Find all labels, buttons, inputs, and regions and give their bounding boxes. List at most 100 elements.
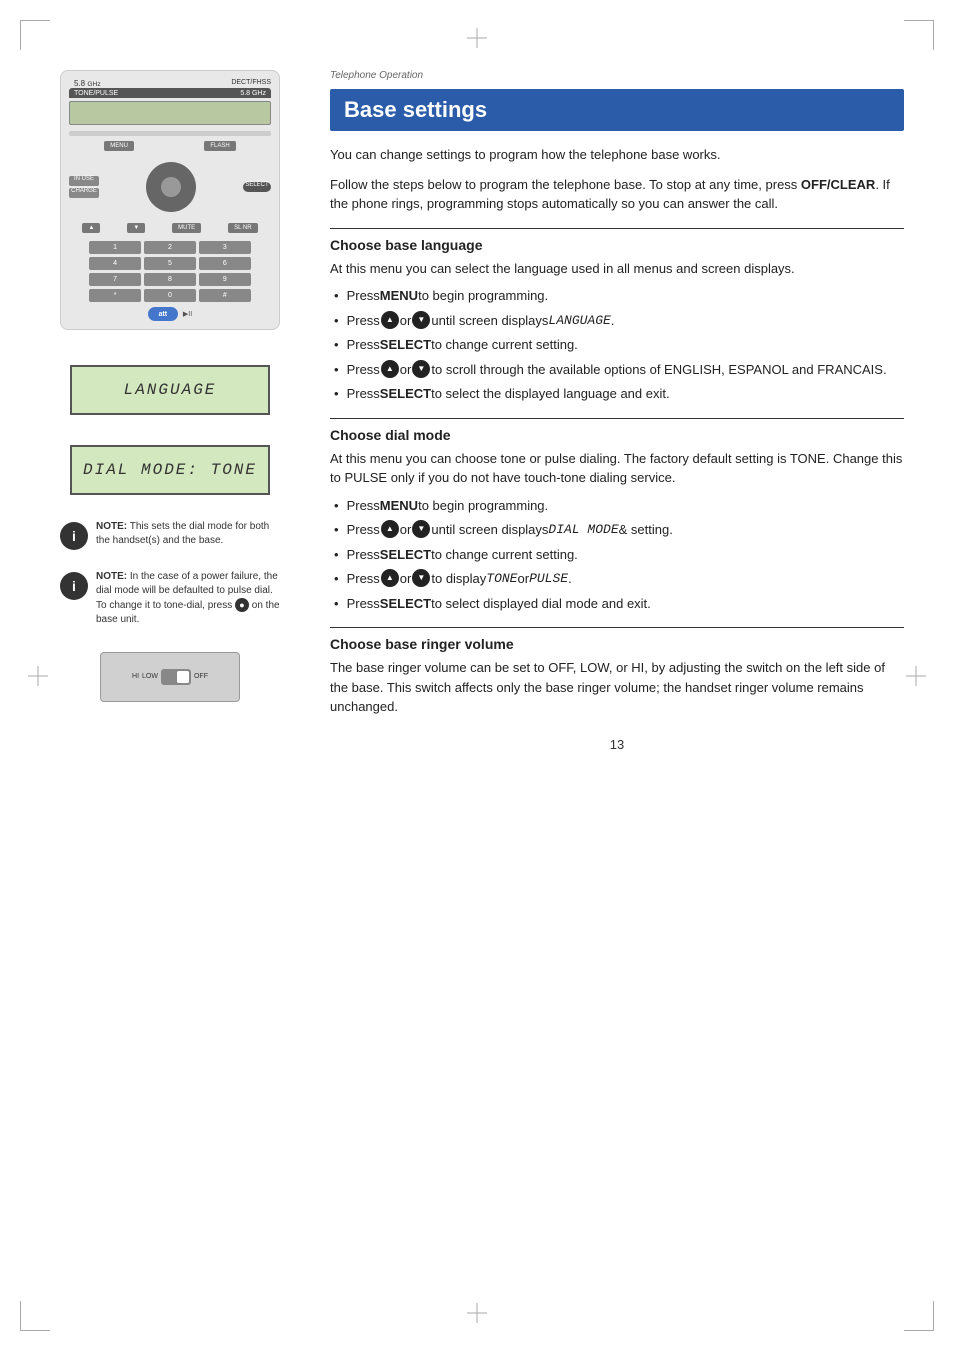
note-text-2: NOTE: In the case of a power failure, th… <box>96 570 280 627</box>
dial-mode-lcd: DIAL MODE: TONE <box>70 445 270 495</box>
note-icon-1: i <box>60 522 88 550</box>
ringer-toggle-knob <box>177 671 189 683</box>
intro-text-1: You can change settings to program how t… <box>330 145 904 165</box>
down-btn-icon <box>412 311 430 329</box>
dial-mode-mono: DIAL MODE <box>548 520 618 540</box>
down-btn-icon-2 <box>412 360 430 378</box>
intro-text-2: Follow the steps below to program the te… <box>330 175 904 214</box>
select-bold-3: SELECT <box>380 545 431 565</box>
tone-pulse-label: TONE/PULSE <box>74 90 118 97</box>
page-title: Base settings <box>330 89 904 131</box>
list-item: Press or until screen displays DIAL MODE… <box>330 520 904 540</box>
right-column: Telephone Operation Base settings You ca… <box>310 40 954 1311</box>
phone-keypad: 1 2 3 4 5 6 7 8 9 * 0 # <box>89 241 251 302</box>
menu-bold: MENU <box>380 286 418 306</box>
note1-bold: NOTE: <box>96 521 127 532</box>
indicator-row <box>69 131 271 136</box>
language-mono: LANGUAGE <box>548 311 610 331</box>
key-hash: # <box>199 289 251 302</box>
key-4: 4 <box>89 257 141 270</box>
phone-button-row-1: MENU FLASH <box>69 141 271 151</box>
phone-image: 5.8 GHz DECT/FHSS TONE/PULSE 5.8 GHz MEN… <box>60 70 280 330</box>
list-item: Press or to display TONE or PULSE. <box>330 569 904 589</box>
list-item: Press MENU to begin programming. <box>330 496 904 516</box>
key-8: 8 <box>144 273 196 286</box>
up-btn-icon-4 <box>381 569 399 587</box>
section-desc-dial-mode: At this menu you can choose tone or puls… <box>330 449 904 488</box>
vol-dn-btn: ▼ <box>127 223 145 233</box>
key-3: 3 <box>199 241 251 254</box>
key-0: 0 <box>144 289 196 302</box>
phone-top-bar: TONE/PULSE 5.8 GHz <box>69 88 271 98</box>
section-title-dial-mode: Choose dial mode <box>330 427 904 443</box>
ringer-label-low: LOW <box>142 673 158 680</box>
crosshair-left <box>28 666 48 686</box>
language-lcd: LANGUAGE <box>70 365 270 415</box>
bullet-list-dial-mode: Press MENU to begin programming. Press o… <box>330 496 904 614</box>
bullet-list-language: Press MENU to begin programming. Press o… <box>330 286 904 404</box>
section-title-language: Choose base language <box>330 237 904 253</box>
list-item: Press or to scroll through the available… <box>330 360 904 380</box>
crosshair-top <box>467 28 487 48</box>
redial-btn: SL NR <box>228 223 257 233</box>
note-2: i NOTE: In the case of a power failure, … <box>60 570 280 627</box>
ringer-label-off: OFF <box>194 673 208 680</box>
list-item: Press SELECT to change current setting. <box>330 335 904 355</box>
key-star: * <box>89 289 141 302</box>
divider-2 <box>330 418 904 419</box>
key-7: 7 <box>89 273 141 286</box>
select-bold-4: SELECT <box>380 594 431 614</box>
down-btn-icon-4 <box>412 569 430 587</box>
off-clear-bold: OFF/CLEAR <box>801 177 875 192</box>
crosshair-bottom <box>467 1303 487 1323</box>
vol-up-btn: ▲ <box>82 223 100 233</box>
up-btn-icon <box>381 311 399 329</box>
page-number: 13 <box>330 737 904 752</box>
mute-btn: MUTE <box>172 223 201 233</box>
ghz-label: 5.8 GHz DECT/FHSS <box>69 79 271 88</box>
list-item: Press or until screen displays LANGUAGE. <box>330 311 904 331</box>
phone-bottom-row: att ▶II <box>148 307 192 321</box>
note2-bold: NOTE: <box>96 571 127 582</box>
ringer-toggle <box>161 669 191 685</box>
up-btn-icon-3 <box>381 520 399 538</box>
corner-mark-br <box>904 1301 934 1331</box>
ringer-switch-image: HI LOW OFF <box>100 652 240 702</box>
select-bold-2: SELECT <box>380 384 431 404</box>
section-desc-language: At this menu you can select the language… <box>330 259 904 279</box>
corner-mark-tl <box>20 20 50 50</box>
menu-btn: MENU <box>104 141 134 151</box>
list-item: Press SELECT to change current setting. <box>330 545 904 565</box>
freq-label: 5.8 GHz <box>240 90 266 97</box>
corner-mark-bl <box>20 1301 50 1331</box>
phone-screen <box>69 101 271 125</box>
tone-mono: TONE <box>486 569 517 589</box>
list-item: Press SELECT to select the displayed lan… <box>330 384 904 404</box>
nav-inner <box>161 177 181 197</box>
list-item: Press MENU to begin programming. <box>330 286 904 306</box>
key-5: 5 <box>144 257 196 270</box>
pulse-mono: PULSE <box>529 569 568 589</box>
key-2: 2 <box>144 241 196 254</box>
note-1: i NOTE: This sets the dial mode for both… <box>60 520 280 550</box>
crosshair-right <box>906 666 926 686</box>
corner-mark-tr <box>904 20 934 50</box>
section-desc-ringer: The base ringer volume can be set to OFF… <box>330 658 904 717</box>
menu-bold-3: MENU <box>380 496 418 516</box>
list-item: Press SELECT to select displayed dial mo… <box>330 594 904 614</box>
page: 5.8 GHz DECT/FHSS TONE/PULSE 5.8 GHz MEN… <box>0 0 954 1351</box>
section-title-ringer: Choose base ringer volume <box>330 636 904 652</box>
flash-btn: FLASH <box>204 141 235 151</box>
select-bold: SELECT <box>380 335 431 355</box>
ringer-label-hi: HI <box>132 673 139 680</box>
section-header-label: Telephone Operation <box>330 70 904 81</box>
key-6: 6 <box>199 257 251 270</box>
divider-1 <box>330 228 904 229</box>
down-btn-icon-3 <box>412 520 430 538</box>
note-icon-2: i <box>60 572 88 600</box>
note-text-1: NOTE: This sets the dial mode for both t… <box>96 520 280 548</box>
phone-mid-row: IN USE CHARGE SELECT <box>69 157 271 217</box>
phone-button-row-2: ▲ ▼ MUTE SL NR <box>69 223 271 233</box>
up-btn-icon-2 <box>381 360 399 378</box>
nav-circle <box>146 162 196 212</box>
